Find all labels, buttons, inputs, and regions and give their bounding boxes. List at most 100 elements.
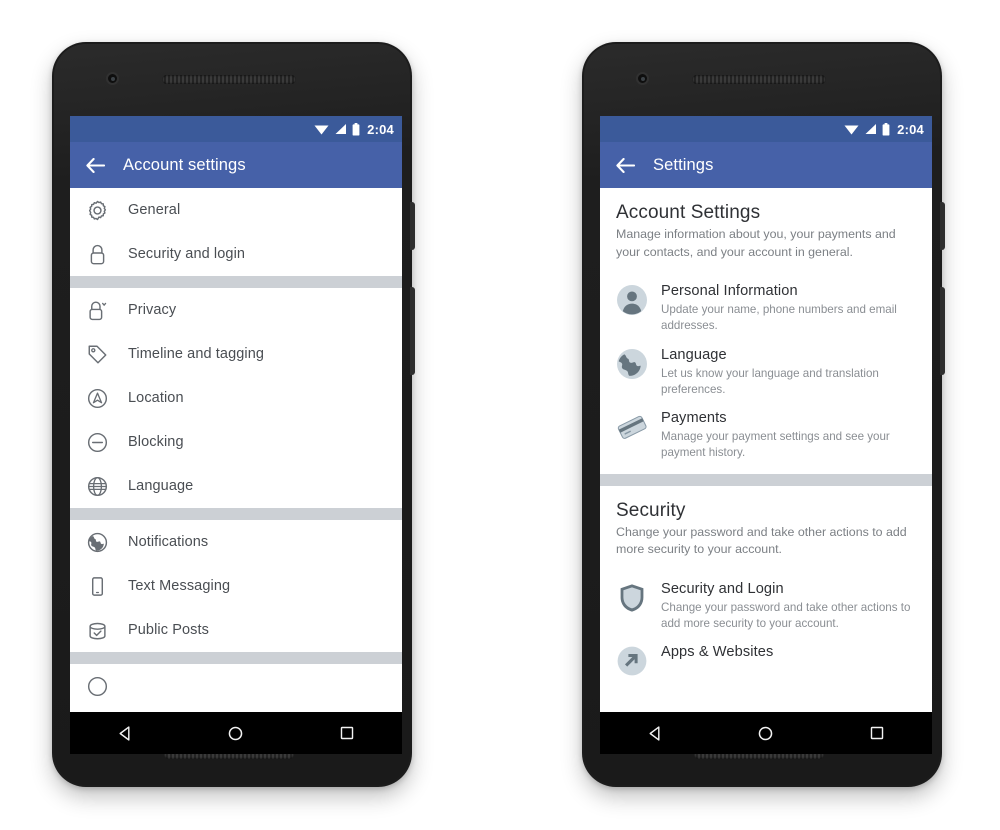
- lock-icon: [84, 241, 110, 267]
- nav-back-icon[interactable]: [633, 712, 677, 754]
- section-divider: [600, 473, 932, 486]
- volume-button[interactable]: [940, 287, 945, 375]
- status-bar-left: 2:04: [70, 116, 402, 142]
- signal-icon: [865, 124, 877, 134]
- power-button[interactable]: [940, 202, 945, 250]
- phone-device-right: 2:04 Settings Account Settings Manage in…: [582, 42, 945, 787]
- section-account-settings: Account Settings Manage information abou…: [600, 188, 932, 272]
- phone-device-left: 2:04 Account settings General Security a…: [52, 42, 415, 787]
- section-subtitle: Change your password and take other acti…: [616, 524, 907, 557]
- list-item-language[interactable]: Language Let us know your language and t…: [600, 334, 932, 399]
- status-bar-right: 2:04: [600, 116, 932, 142]
- lock-chevron-icon: [84, 297, 110, 323]
- earpiece-speaker: [162, 75, 296, 84]
- front-camera-icon: [106, 72, 119, 85]
- section-bottom-padding: [600, 461, 932, 474]
- front-camera-icon: [636, 72, 649, 85]
- list-item-label: Location: [128, 390, 184, 406]
- mobile-icon: [84, 573, 110, 599]
- list-item-public-posts[interactable]: Public Posts: [70, 608, 402, 652]
- phone-body-left: 2:04 Account settings General Security a…: [54, 44, 410, 785]
- page-title: Settings: [653, 155, 714, 174]
- person-avatar-icon: [616, 284, 648, 316]
- globe-icon: [616, 348, 648, 380]
- settings-list-left[interactable]: General Security and login Privacy Timel…: [70, 188, 402, 712]
- list-item-text-messaging[interactable]: Text Messaging: [70, 564, 402, 608]
- screen-right: 2:04 Settings Account Settings Manage in…: [600, 116, 932, 712]
- list-item-label: Security and login: [128, 246, 246, 262]
- partial-icon: [84, 673, 110, 699]
- power-button[interactable]: [410, 202, 415, 250]
- list-item-description: Update your name, phone numbers and emai…: [661, 303, 897, 333]
- list-item-security-and-login[interactable]: Security and Login Change your password …: [600, 568, 932, 633]
- signal-icon: [335, 124, 347, 134]
- list-item-title: Payments: [661, 410, 727, 427]
- page-title: Account settings: [123, 155, 246, 174]
- list-item-location[interactable]: Location: [70, 376, 402, 420]
- gear-icon: [84, 197, 110, 223]
- settings-sections-right[interactable]: Account Settings Manage information abou…: [600, 188, 932, 712]
- list-item-apps-and-websites[interactable]: Apps & Websites: [600, 632, 932, 678]
- list-item-blocking[interactable]: Blocking: [70, 420, 402, 464]
- settings-group-partial: [70, 664, 402, 708]
- list-item-label: General: [128, 202, 181, 218]
- shield-icon: [616, 582, 648, 614]
- back-arrow-icon[interactable]: [616, 157, 635, 173]
- tag-icon: [84, 341, 110, 367]
- section-security: Security Change your password and take o…: [600, 485, 932, 569]
- list-item-label: Blocking: [128, 434, 184, 450]
- list-item-label: Timeline and tagging: [128, 346, 265, 362]
- location-icon: [84, 385, 110, 411]
- list-item-personal-information[interactable]: Personal Information Update your name, p…: [600, 271, 932, 335]
- globe-outline-icon: [84, 473, 110, 499]
- back-arrow-icon[interactable]: [86, 157, 105, 173]
- nav-back-icon[interactable]: [103, 712, 147, 754]
- section-title: Security: [616, 499, 686, 521]
- group-divider: [70, 652, 402, 664]
- battery-icon: [882, 122, 890, 135]
- list-item-description: Change your password and take other acti…: [661, 600, 911, 630]
- apps-websites-icon: [616, 645, 648, 677]
- list-item-payments[interactable]: Payments Manage your payment settings an…: [600, 398, 932, 462]
- list-item-title: Security and Login: [661, 580, 784, 597]
- list-item-privacy[interactable]: Privacy: [70, 288, 402, 332]
- list-item-label: Privacy: [128, 302, 177, 318]
- volume-button[interactable]: [410, 287, 415, 375]
- list-item-title: Apps & Websites: [661, 644, 774, 661]
- list-item-timeline-and-tagging[interactable]: Timeline and tagging: [70, 332, 402, 376]
- status-time: 2:04: [897, 121, 924, 137]
- credit-card-icon: [616, 411, 648, 443]
- list-item-label: Notifications: [128, 534, 209, 550]
- list-item-general[interactable]: General: [70, 188, 402, 232]
- android-nav-bar-right: [600, 712, 932, 754]
- list-item-security-and-login[interactable]: Security and login: [70, 232, 402, 276]
- list-item-title: Language: [661, 346, 727, 363]
- jar-check-icon: [84, 617, 110, 643]
- settings-group-privacy: Privacy Timeline and tagging Location Bl…: [70, 288, 402, 508]
- screenshot-stage: 2:04 Account settings General Security a…: [0, 0, 1000, 830]
- block-icon: [84, 429, 110, 455]
- nav-home-icon[interactable]: [214, 712, 258, 754]
- toolbar-left: Account settings: [70, 142, 402, 188]
- group-divider: [70, 508, 402, 520]
- nav-recents-icon[interactable]: [855, 712, 899, 754]
- settings-group-account: General Security and login: [70, 188, 402, 276]
- screen-left: 2:04 Account settings General Security a…: [70, 116, 402, 712]
- android-nav-bar-left: [70, 712, 402, 754]
- wifi-icon: [314, 125, 329, 135]
- list-item-partial[interactable]: [70, 664, 402, 708]
- section-subtitle: Manage information about you, your payme…: [616, 227, 896, 259]
- list-item-title: Personal Information: [661, 283, 798, 300]
- group-divider: [70, 276, 402, 288]
- toolbar-right: Settings: [600, 142, 932, 188]
- list-item-label: Language: [128, 478, 194, 494]
- earpiece-speaker: [692, 75, 826, 84]
- list-item-label: Public Posts: [128, 622, 209, 638]
- section-title: Account Settings: [616, 202, 761, 223]
- nav-home-icon[interactable]: [744, 712, 788, 754]
- nav-recents-icon[interactable]: [325, 712, 369, 754]
- settings-group-notifications: Notifications Text Messaging Public Post…: [70, 520, 402, 652]
- list-item-notifications[interactable]: Notifications: [70, 520, 402, 564]
- list-item-language[interactable]: Language: [70, 464, 402, 508]
- status-time: 2:04: [367, 121, 394, 137]
